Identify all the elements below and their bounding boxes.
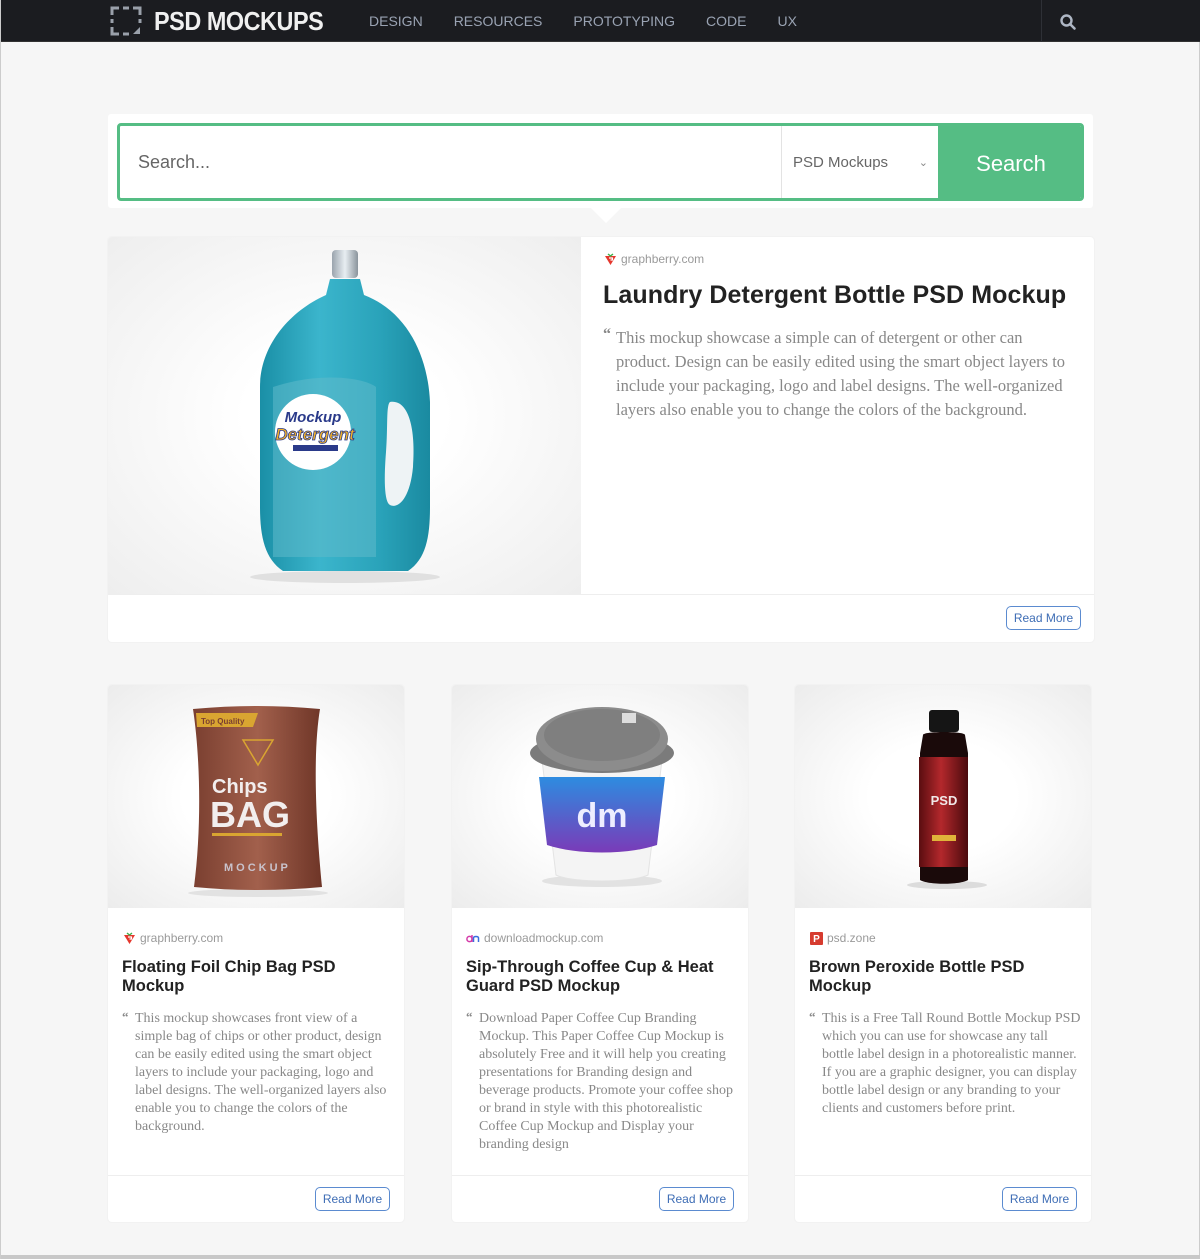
post-card-peroxide-bottle: PSD P psd.zone Brown Peroxide Bottle PSD… (795, 685, 1091, 1222)
card-title[interactable]: Brown Peroxide Bottle PSD Mockup (809, 958, 1081, 996)
graphberry-icon (603, 252, 617, 266)
featured-title[interactable]: Laundry Detergent Bottle PSD Mockup (603, 281, 1078, 310)
card-description-text: Download Paper Coffee Cup Branding Mocku… (479, 1011, 733, 1152)
quote-icon: “ (122, 1009, 129, 1024)
featured-description: “ This mockup showcase a simple can of d… (603, 326, 1078, 422)
chips-text-line2: BAG (210, 794, 290, 835)
chips-bag-image: Top Quality Chips BAG MOCKUP (188, 706, 328, 897)
quote-icon: “ (809, 1009, 816, 1024)
nav-design[interactable]: DESIGN (369, 13, 423, 29)
chips-badge-text: Top Quality (201, 717, 245, 726)
logo-text: PSD MOCKUPS (154, 5, 324, 36)
card-body: graphberry.com Floating Foil Chip Bag PS… (122, 930, 394, 1136)
peroxide-bottle-image: PSD (907, 710, 987, 889)
card-source[interactable]: downloadmockup.com (466, 930, 738, 946)
chips-text-line3: MOCKUP (224, 862, 291, 874)
card-title[interactable]: Floating Foil Chip Bag PSD Mockup (122, 958, 394, 996)
page-bottom-border (1, 1255, 1200, 1259)
card-source[interactable]: P psd.zone (809, 930, 1081, 946)
detergent-bottle-image: Mockup Detergent (250, 250, 440, 583)
quote-icon: “ (466, 1009, 473, 1024)
search-icon[interactable] (1059, 13, 1077, 31)
site-logo[interactable]: PSD MOCKUPS (110, 6, 342, 36)
cup-logo-text: dm (577, 797, 628, 835)
main-nav: DESIGN RESOURCES PROTOTYPING CODE UX (369, 0, 828, 42)
search-panel-pointer (591, 208, 621, 223)
search-form: PSD Mockups ⌄ Search (117, 123, 1084, 201)
search-input[interactable] (120, 126, 780, 198)
featured-description-text: This mockup showcase a simple can of det… (616, 328, 1066, 419)
nav-prototyping[interactable]: PROTOTYPING (573, 13, 675, 29)
card-description: “ This mockup showcases front view of a … (122, 1009, 394, 1136)
card-description: “ Download Paper Coffee Cup Branding Moc… (466, 1009, 738, 1154)
card-image[interactable]: dm (452, 685, 748, 908)
post-card-chip-bag: Top Quality Chips BAG MOCKUP graphberry.… (108, 685, 404, 1222)
featured-body: graphberry.com Laundry Detergent Bottle … (603, 251, 1078, 422)
svg-text:P: P (813, 934, 820, 945)
chevron-down-icon: ⌄ (918, 157, 928, 169)
nav-resources[interactable]: RESOURCES (454, 13, 543, 29)
card-footer-divider (795, 1175, 1091, 1176)
top-navbar: PSD MOCKUPS DESIGN RESOURCES PROTOTYPING… (1, 0, 1200, 42)
category-select[interactable]: PSD Mockups ⌄ (782, 126, 938, 198)
card-description: “ This is a Free Tall Round Bottle Mocku… (809, 1009, 1081, 1118)
bottle-logo-text: PSD (931, 793, 958, 808)
card-image[interactable]: Top Quality Chips BAG MOCKUP (108, 685, 404, 908)
coffee-cup-image: dm (530, 707, 674, 887)
read-more-button[interactable]: Read More (1002, 1187, 1077, 1211)
search-panel: PSD Mockups ⌄ Search (108, 114, 1093, 208)
card-source-text: psd.zone (827, 931, 876, 945)
card-source-text: graphberry.com (140, 931, 224, 945)
detergent-label-line2: Detergent (275, 425, 356, 444)
nav-ux[interactable]: UX (777, 13, 796, 29)
card-source[interactable]: graphberry.com (122, 930, 394, 946)
card-image[interactable]: PSD (795, 685, 1091, 908)
card-title[interactable]: Sip-Through Coffee Cup & Heat Guard PSD … (466, 958, 738, 996)
card-body: downloadmockup.com Sip-Through Coffee Cu… (466, 930, 738, 1154)
read-more-button[interactable]: Read More (659, 1187, 734, 1211)
card-footer-divider (108, 1175, 404, 1176)
featured-footer-divider (108, 594, 1094, 595)
psdzone-icon: P (809, 931, 823, 945)
featured-read-more-button[interactable]: Read More (1006, 606, 1081, 630)
card-body: P psd.zone Brown Peroxide Bottle PSD Moc… (809, 930, 1081, 1118)
graphberry-icon (122, 931, 136, 945)
featured-source[interactable]: graphberry.com (603, 251, 1078, 267)
card-description-text: This is a Free Tall Round Bottle Mockup … (822, 1011, 1081, 1116)
post-card-coffee-cup: dm downloadmockup.com Sip-Through Coffee… (452, 685, 748, 1222)
read-more-button[interactable]: Read More (315, 1187, 390, 1211)
featured-card: Mockup Detergent graphberry.com Laundry … (108, 237, 1094, 642)
card-description-text: This mockup showcases front view of a si… (135, 1011, 387, 1134)
category-select-value: PSD Mockups (793, 153, 889, 171)
detergent-label-line1: Mockup (285, 409, 342, 426)
nav-code[interactable]: CODE (706, 13, 746, 29)
featured-image[interactable]: Mockup Detergent (108, 237, 581, 594)
card-source-text: downloadmockup.com (484, 931, 604, 945)
nav-divider (1041, 0, 1042, 42)
downloadmockup-icon (466, 931, 480, 945)
logo-frame-icon (110, 6, 142, 36)
search-button[interactable]: Search (938, 126, 1081, 198)
card-footer-divider (452, 1175, 748, 1176)
featured-source-text: graphberry.com (621, 252, 705, 266)
quote-icon: “ (603, 326, 611, 343)
